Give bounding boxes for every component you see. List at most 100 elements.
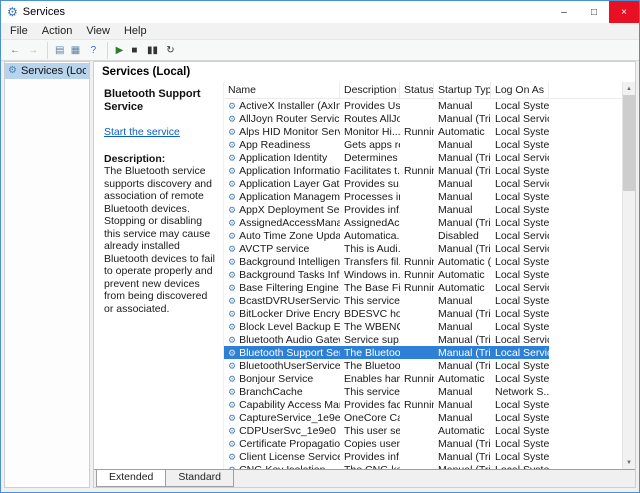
service-description: Provides Us... xyxy=(340,100,400,112)
scrollbar-thumb[interactable] xyxy=(623,95,635,191)
service-name-cell: ⚙BranchCache xyxy=(224,386,340,398)
Application Management[interactable]: ⚙Application Management Processes in... … xyxy=(224,190,549,203)
BranchCache[interactable]: ⚙BranchCache This service ... Manual Net… xyxy=(224,385,549,398)
service-logon-as: Network S... xyxy=(491,386,549,398)
service-name: Bluetooth Audio Gateway S... xyxy=(239,334,340,346)
column-header-startup-type[interactable]: Startup Type xyxy=(434,82,491,98)
service-name-cell: ⚙Bonjour Service xyxy=(224,373,340,385)
Client License Service (Clip...[interactable]: ⚙Client License Service (Clip... Provide… xyxy=(224,450,549,463)
CNG Key Isolation[interactable]: ⚙CNG Key Isolation The CNG ke... Manual … xyxy=(224,463,549,469)
vertical-scrollbar[interactable]: ▲ ▼ xyxy=(622,82,635,469)
Bonjour Service[interactable]: ⚙Bonjour Service Enables har... Running … xyxy=(224,372,549,385)
pause-service-icon[interactable]: ▮▮ xyxy=(143,42,161,59)
service-gear-icon: ⚙ xyxy=(228,179,236,189)
menu-file[interactable]: File xyxy=(3,25,35,37)
service-description: Provides inf... xyxy=(340,451,400,463)
ActiveX Installer (AxInstSV)[interactable]: ⚙ActiveX Installer (AxInstSV) Provides U… xyxy=(224,99,549,112)
service-logon-as: Local Service xyxy=(491,113,549,125)
service-description: Processes in... xyxy=(340,191,400,203)
Certificate Propagation[interactable]: ⚙Certificate Propagation Copies user ...… xyxy=(224,437,549,450)
service-name-cell: ⚙Alps HID Monitor Service xyxy=(224,126,340,138)
scrollbar-track[interactable] xyxy=(623,191,635,456)
AppX Deployment Service (...[interactable]: ⚙AppX Deployment Service (... Provides i… xyxy=(224,203,549,216)
column-header-status[interactable]: Status xyxy=(400,82,434,98)
menu-action[interactable]: Action xyxy=(35,25,80,37)
show-console-tree-icon[interactable]: ▤ xyxy=(47,42,66,59)
service-startup-type: Automatic xyxy=(434,126,491,138)
menu-view[interactable]: View xyxy=(79,25,117,37)
service-startup-type: Manual (Trig... xyxy=(434,347,491,359)
Auto Time Zone Updater[interactable]: ⚙Auto Time Zone Updater Automatica... Di… xyxy=(224,229,549,242)
column-header-name[interactable]: Name xyxy=(224,82,340,98)
Base Filtering Engine[interactable]: ⚙Base Filtering Engine The Base Filt... … xyxy=(224,281,549,294)
service-name: Alps HID Monitor Service xyxy=(239,126,340,138)
Alps HID Monitor Service[interactable]: ⚙Alps HID Monitor Service Monitor Hi... … xyxy=(224,125,549,138)
scroll-up-arrow-icon[interactable]: ▲ xyxy=(623,82,635,95)
start-service-icon[interactable]: ▶ xyxy=(107,42,125,59)
menu-help[interactable]: Help xyxy=(117,25,154,37)
service-gear-icon: ⚙ xyxy=(228,218,236,228)
description-text: The Bluetooth service supports discovery… xyxy=(104,165,215,315)
service-name: Application Identity xyxy=(239,152,327,164)
service-startup-type: Manual xyxy=(434,100,491,112)
service-logon-as: Local Syste... xyxy=(491,425,549,437)
Bluetooth Audio Gateway S...[interactable]: ⚙Bluetooth Audio Gateway S... Service su… xyxy=(224,333,549,346)
service-status: Running xyxy=(400,126,434,138)
tree-item-services-local[interactable]: ⚙ Services (Local) xyxy=(5,63,89,79)
BitLocker Drive Encryption ...[interactable]: ⚙BitLocker Drive Encryption ... BDESVC h… xyxy=(224,307,549,320)
service-description: Enables har... xyxy=(340,373,400,385)
App Readiness[interactable]: ⚙App Readiness Gets apps re... Manual Lo… xyxy=(224,138,549,151)
service-description: Transfers fil... xyxy=(340,256,400,268)
forward-icon[interactable]: → xyxy=(24,42,42,59)
export-list-icon[interactable]: ▦ xyxy=(66,42,84,59)
CaptureService_1e9e0[interactable]: ⚙CaptureService_1e9e0 OneCore Ca... Manu… xyxy=(224,411,549,424)
service-startup-type: Manual xyxy=(434,399,491,411)
tab-standard[interactable]: Standard xyxy=(165,470,234,487)
column-header-description[interactable]: Description xyxy=(340,82,400,98)
Background Tasks Infrastru...[interactable]: ⚙Background Tasks Infrastru... Windows i… xyxy=(224,268,549,281)
service-startup-type: Manual (Trig... xyxy=(434,217,491,229)
close-button[interactable]: × xyxy=(609,1,639,23)
service-name-cell: ⚙BitLocker Drive Encryption ... xyxy=(224,308,340,320)
service-startup-type: Automatic xyxy=(434,282,491,294)
Capability Access Manager ...[interactable]: ⚙Capability Access Manager ... Provides … xyxy=(224,398,549,411)
service-gear-icon: ⚙ xyxy=(228,270,236,280)
service-startup-type: Automatic xyxy=(434,269,491,281)
service-startup-type: Manual xyxy=(434,139,491,151)
AssignedAccessManager Se...[interactable]: ⚙AssignedAccessManager Se... AssignedAc.… xyxy=(224,216,549,229)
service-startup-type: Manual (Trig... xyxy=(434,438,491,450)
service-description: The Bluetoot... xyxy=(340,360,400,372)
service-logon-as: Local Syste... xyxy=(491,360,549,372)
service-logon-as: Local Syste... xyxy=(491,126,549,138)
minimize-button[interactable]: – xyxy=(549,1,579,23)
title-bar: ⚙ Services – □ × xyxy=(1,1,639,23)
BluetoothUserService_1e9e0[interactable]: ⚙BluetoothUserService_1e9e0 The Bluetoot… xyxy=(224,359,549,372)
AVCTP service[interactable]: ⚙AVCTP service This is Audi... Manual (T… xyxy=(224,242,549,255)
CDPUserSvc_1e9e0[interactable]: ⚙CDPUserSvc_1e9e0 This user ser... Autom… xyxy=(224,424,549,437)
service-startup-type: Manual (Trig... xyxy=(434,152,491,164)
column-header-logon-as[interactable]: Log On As xyxy=(491,82,549,98)
maximize-button[interactable]: □ xyxy=(579,1,609,23)
service-description: The Base Filt... xyxy=(340,282,400,294)
service-startup-type: Automatic (D... xyxy=(434,256,491,268)
help-icon[interactable]: ? xyxy=(84,42,102,59)
Block Level Backup Engine ...[interactable]: ⚙Block Level Backup Engine ... The WBENG… xyxy=(224,320,549,333)
service-name-cell: ⚙CNG Key Isolation xyxy=(224,464,340,470)
Background Intelligent Tran...[interactable]: ⚙Background Intelligent Tran... Transfer… xyxy=(224,255,549,268)
service-logon-as: Local Service xyxy=(491,282,549,294)
start-service-link[interactable]: Start the service xyxy=(104,126,215,139)
back-icon[interactable]: ← xyxy=(6,42,24,59)
BcastDVRUserService_1e9e0[interactable]: ⚙BcastDVRUserService_1e9e0 This service … xyxy=(224,294,549,307)
service-gear-icon: ⚙ xyxy=(228,387,236,397)
service-name: Bonjour Service xyxy=(239,373,313,385)
Application Identity[interactable]: ⚙Application Identity Determines ... Man… xyxy=(224,151,549,164)
service-gear-icon: ⚙ xyxy=(228,309,236,319)
stop-service-icon[interactable]: ■ xyxy=(125,42,143,59)
scroll-down-arrow-icon[interactable]: ▼ xyxy=(623,456,635,469)
Bluetooth Support Service[interactable]: ⚙Bluetooth Support Service The Bluetoot.… xyxy=(224,346,549,359)
AllJoyn Router Service[interactable]: ⚙AllJoyn Router Service Routes AllJo... … xyxy=(224,112,549,125)
Application Layer Gateway ...[interactable]: ⚙Application Layer Gateway ... Provides … xyxy=(224,177,549,190)
tab-extended[interactable]: Extended xyxy=(96,470,166,487)
restart-service-icon[interactable]: ↻ xyxy=(161,42,179,59)
Application Information[interactable]: ⚙Application Information Facilitates t..… xyxy=(224,164,549,177)
